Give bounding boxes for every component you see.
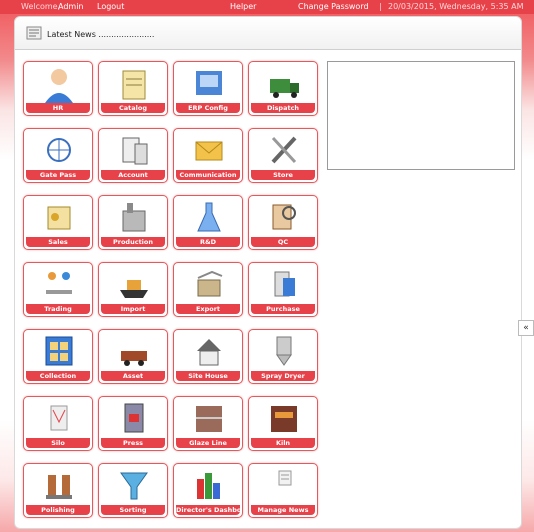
tile-label: QC bbox=[251, 237, 315, 247]
erp-config-icon bbox=[192, 65, 226, 103]
helper-link[interactable]: Helper bbox=[230, 0, 256, 14]
logout-link[interactable]: Logout bbox=[97, 0, 124, 14]
tile-label: Press bbox=[101, 438, 165, 448]
kiln-icon bbox=[267, 400, 301, 438]
module-tile-glaze-line[interactable]: Glaze Line bbox=[173, 396, 243, 451]
welcome-label: Welcome, bbox=[21, 2, 61, 11]
change-password-link[interactable]: Change Password bbox=[298, 0, 369, 14]
top-bar: Welcome, Admin Logout Helper Change Pass… bbox=[0, 0, 534, 14]
main-panel: Latest News ...................... HR Cat… bbox=[14, 16, 522, 529]
module-tile-sales[interactable]: Sales bbox=[23, 195, 93, 250]
module-tile-spray-dryer[interactable]: Spray Dryer bbox=[248, 329, 318, 384]
tile-label: Director's Dashboard bbox=[176, 505, 240, 515]
module-tile-gate-pass[interactable]: Gate Pass bbox=[23, 128, 93, 183]
tile-label: Spray Dryer bbox=[251, 371, 315, 381]
tile-label: Sorting bbox=[101, 505, 165, 515]
tile-label: Kiln bbox=[251, 438, 315, 448]
catalog-icon bbox=[117, 65, 151, 103]
flask-icon bbox=[192, 199, 226, 237]
qc-icon bbox=[267, 199, 301, 237]
network-icon bbox=[42, 132, 76, 170]
tile-label: Import bbox=[101, 304, 165, 314]
tile-label: Collection bbox=[26, 371, 90, 381]
module-tile-erp-config[interactable]: ERP Config bbox=[173, 61, 243, 116]
trading-icon bbox=[42, 266, 76, 304]
asset-icon bbox=[117, 333, 151, 371]
module-tile-kiln[interactable]: Kiln bbox=[248, 396, 318, 451]
house-icon bbox=[192, 333, 226, 371]
tile-label: Production bbox=[101, 237, 165, 247]
module-tile-dispatch[interactable]: Dispatch bbox=[248, 61, 318, 116]
topbar-separator: | bbox=[379, 2, 382, 11]
module-tile-account[interactable]: Account bbox=[98, 128, 168, 183]
user-name: Admin bbox=[58, 2, 84, 11]
export-icon bbox=[192, 266, 226, 304]
module-tile-store[interactable]: Store bbox=[248, 128, 318, 183]
polishing-icon bbox=[42, 467, 76, 505]
news-icon bbox=[26, 26, 42, 40]
module-tile-communication[interactable]: Communication bbox=[173, 128, 243, 183]
module-tile-import[interactable]: Import bbox=[98, 262, 168, 317]
purchase-icon bbox=[267, 266, 301, 304]
module-tile-production[interactable]: Production bbox=[98, 195, 168, 250]
silo-icon bbox=[42, 400, 76, 438]
sorting-icon bbox=[117, 467, 151, 505]
tile-label: Communication bbox=[176, 170, 240, 180]
tile-label: HR bbox=[26, 103, 90, 113]
module-tile-trading[interactable]: Trading bbox=[23, 262, 93, 317]
news-icon bbox=[267, 467, 301, 505]
tile-label: Catalog bbox=[101, 103, 165, 113]
tile-label: Sales bbox=[26, 237, 90, 247]
tile-label: Glaze Line bbox=[176, 438, 240, 448]
tile-label: Manage News bbox=[251, 505, 315, 515]
tools-icon bbox=[267, 132, 301, 170]
module-tile-asset[interactable]: Asset bbox=[98, 329, 168, 384]
module-tile-qc[interactable]: QC bbox=[248, 195, 318, 250]
module-tile-catalog[interactable]: Catalog bbox=[98, 61, 168, 116]
scroll-top-button[interactable]: « bbox=[518, 320, 534, 336]
tile-label: Polishing bbox=[26, 505, 90, 515]
module-tile-export[interactable]: Export bbox=[173, 262, 243, 317]
datetime: 20/03/2015, Wednesday, 5:35 AM bbox=[388, 2, 524, 11]
tile-label: Account bbox=[101, 170, 165, 180]
tile-label: Store bbox=[251, 170, 315, 180]
tile-label: R&D bbox=[176, 237, 240, 247]
tile-label: Site House bbox=[176, 371, 240, 381]
news-content-box bbox=[327, 61, 515, 170]
dryer-icon bbox=[267, 333, 301, 371]
account-icon bbox=[117, 132, 151, 170]
tile-label: Trading bbox=[26, 304, 90, 314]
news-bar: Latest News ...................... bbox=[15, 17, 521, 50]
module-tile-hr[interactable]: HR bbox=[23, 61, 93, 116]
module-tile-director-s-dashboard[interactable]: Director's Dashboard bbox=[173, 463, 243, 518]
module-tile-silo[interactable]: Silo bbox=[23, 396, 93, 451]
module-tile-site-house[interactable]: Site House bbox=[173, 329, 243, 384]
module-tile-purchase[interactable]: Purchase bbox=[248, 262, 318, 317]
user-icon bbox=[42, 65, 76, 103]
collection-icon bbox=[42, 333, 76, 371]
tile-label: Asset bbox=[101, 371, 165, 381]
mail-icon bbox=[192, 132, 226, 170]
truck-icon bbox=[267, 65, 301, 103]
ship-icon bbox=[117, 266, 151, 304]
tile-label: Silo bbox=[26, 438, 90, 448]
tile-label: ERP Config bbox=[176, 103, 240, 113]
module-tile-collection[interactable]: Collection bbox=[23, 329, 93, 384]
tile-label: Dispatch bbox=[251, 103, 315, 113]
sales-icon bbox=[42, 199, 76, 237]
module-tile-press[interactable]: Press bbox=[98, 396, 168, 451]
module-tile-polishing[interactable]: Polishing bbox=[23, 463, 93, 518]
production-icon bbox=[117, 199, 151, 237]
dashboard-icon bbox=[192, 467, 226, 505]
tile-label: Purchase bbox=[251, 304, 315, 314]
latest-news-title: Latest News ...................... bbox=[47, 30, 155, 39]
press-icon bbox=[117, 400, 151, 438]
module-tile-sorting[interactable]: Sorting bbox=[98, 463, 168, 518]
tile-label: Export bbox=[176, 304, 240, 314]
tile-label: Gate Pass bbox=[26, 170, 90, 180]
module-tile-r-d[interactable]: R&D bbox=[173, 195, 243, 250]
glaze-line-icon bbox=[192, 400, 226, 438]
module-tile-manage-news[interactable]: Manage News bbox=[248, 463, 318, 518]
